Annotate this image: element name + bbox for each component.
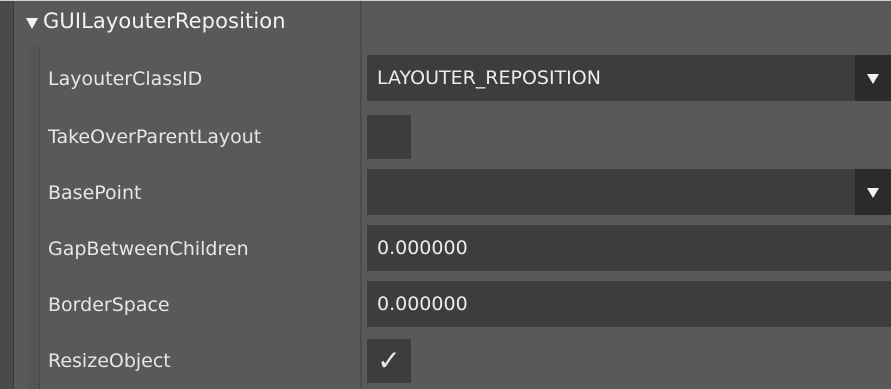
indent-gutter	[28, 47, 40, 389]
left-rail	[0, 1, 14, 389]
property-row-take-over-parent-layout: TakeOverParentLayout	[40, 109, 891, 165]
chevron-down-icon	[867, 74, 879, 84]
gap-between-children-input[interactable]: 0.000000	[367, 225, 891, 271]
property-row-resize-object: ResizeObject ✓	[40, 333, 891, 389]
resize-object-checkbox[interactable]: ✓	[367, 339, 411, 383]
input-value: 0.000000	[377, 237, 468, 259]
input-value: 0.000000	[377, 293, 468, 315]
property-label: GapBetweenChildren	[48, 238, 249, 260]
property-label: BorderSpace	[48, 294, 170, 316]
property-row-layouter-class-id: LayouterClassID LAYOUTER_REPOSITION	[40, 51, 891, 107]
border-space-input[interactable]: 0.000000	[367, 281, 891, 327]
dropdown-button[interactable]	[855, 55, 891, 101]
layouter-class-id-dropdown[interactable]: LAYOUTER_REPOSITION	[367, 55, 891, 101]
property-label: BasePoint	[48, 182, 142, 204]
dropdown-button[interactable]	[855, 169, 891, 215]
property-row-base-point: BasePoint	[40, 165, 891, 221]
checkmark-icon: ✓	[377, 344, 401, 377]
triangle-down-icon[interactable]	[26, 17, 38, 29]
property-label: TakeOverParentLayout	[48, 126, 262, 148]
property-row-gap-between-children: GapBetweenChildren 0.000000	[40, 221, 891, 277]
section-header[interactable]: GUILayouterReposition	[14, 1, 360, 47]
dropdown-value: LAYOUTER_REPOSITION	[377, 67, 601, 89]
base-point-dropdown[interactable]	[367, 169, 891, 215]
section-title: GUILayouterReposition	[43, 9, 286, 33]
take-over-parent-layout-checkbox[interactable]	[367, 115, 411, 159]
chevron-down-icon	[867, 188, 879, 198]
property-panel: GUILayouterReposition LayouterClassID LA…	[0, 0, 891, 389]
property-row-border-space: BorderSpace 0.000000	[40, 277, 891, 333]
property-label: ResizeObject	[48, 350, 171, 372]
property-label: LayouterClassID	[48, 68, 203, 90]
